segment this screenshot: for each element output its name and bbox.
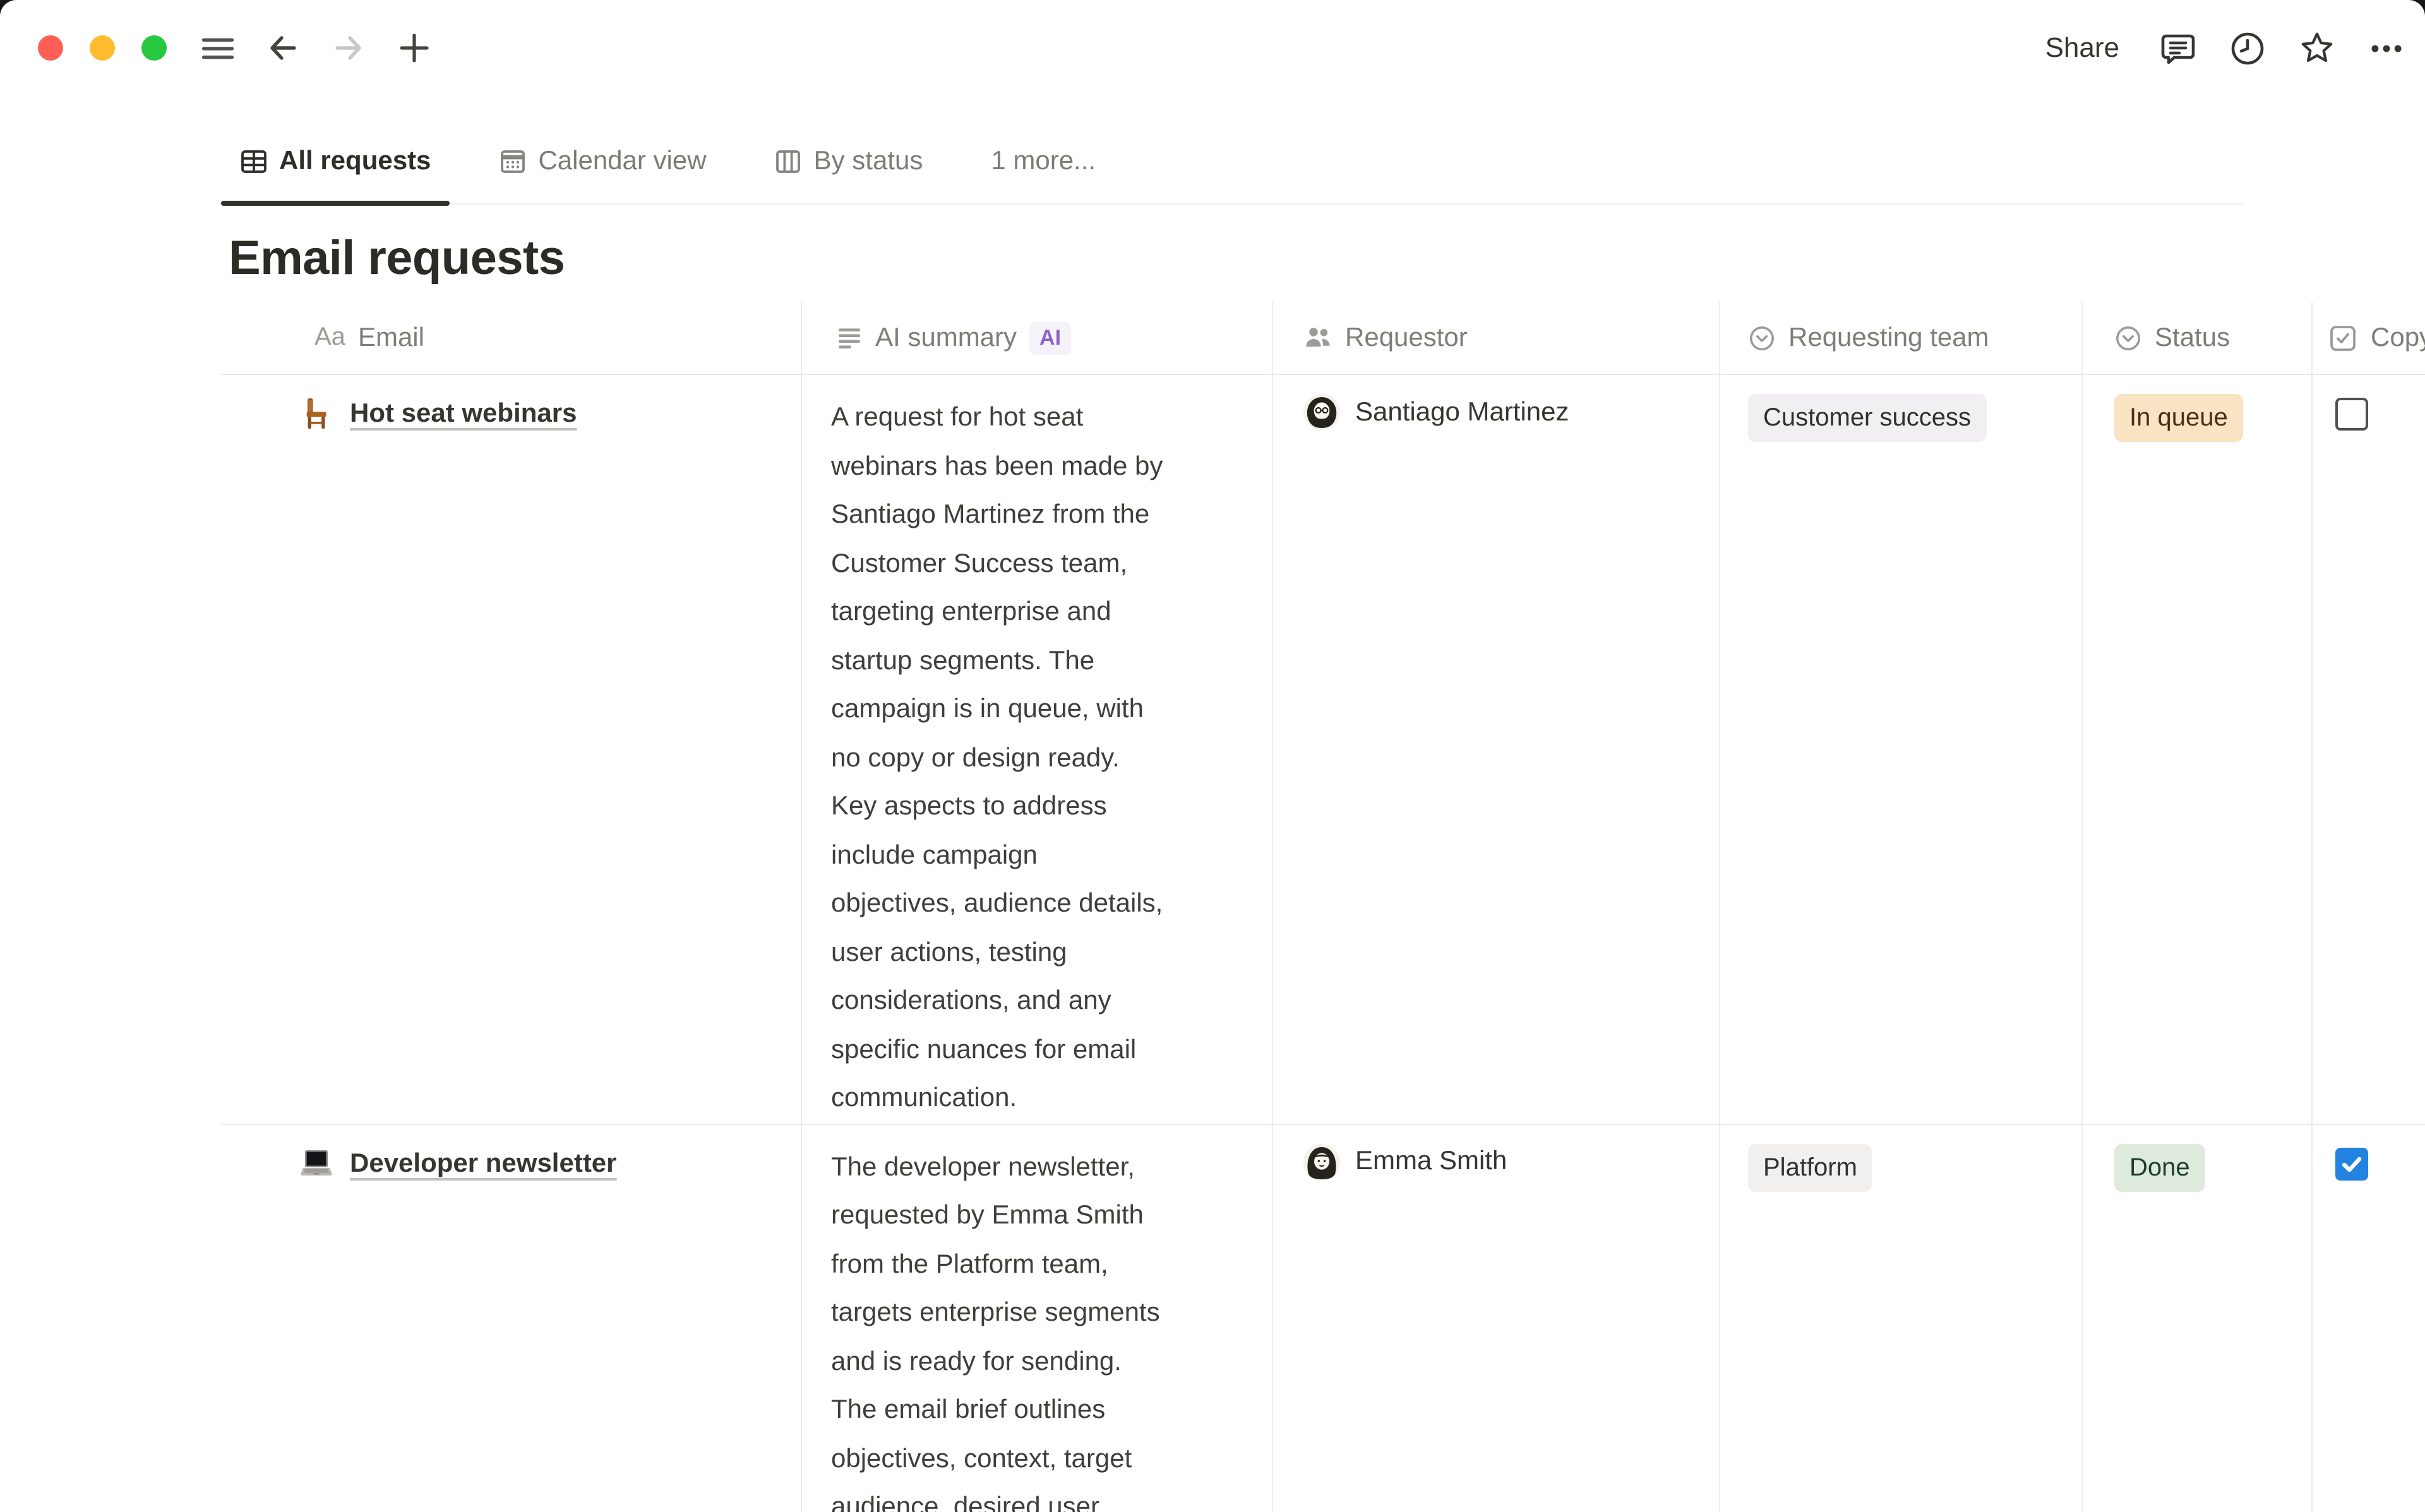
star-icon[interactable]	[2299, 30, 2335, 66]
minimize-window-button[interactable]	[90, 35, 115, 61]
status-tag: In queue	[2114, 394, 2243, 442]
team-tag: Platform	[1748, 1143, 1872, 1191]
people-icon	[1303, 323, 1332, 352]
column-label: Requestor	[1345, 323, 1468, 353]
app-viewport: Share All request	[0, 0, 2425, 1512]
column-label: AI summary	[875, 323, 1017, 353]
calendar-view-icon	[499, 148, 527, 176]
zoom-window-button[interactable]	[141, 35, 167, 61]
column-label: Requesting team	[1788, 323, 1989, 353]
back-arrow-icon[interactable]	[265, 30, 301, 66]
board-view-icon	[775, 148, 803, 176]
toolbar: Share	[0, 0, 2425, 96]
laptop-icon	[299, 1146, 333, 1180]
table-cell-requestor[interactable]: Santiago Martinez	[1273, 375, 1720, 1124]
table-cell-requestor[interactable]: Emma Smith	[1273, 1124, 1720, 1512]
avatar	[1303, 1143, 1340, 1180]
column-label: Status	[2155, 323, 2230, 353]
team-tag: Customer success	[1748, 394, 1986, 442]
ai-summary-text: The developer newsletter,requested by Em…	[831, 1143, 1225, 1512]
tab-all-requests[interactable]: All requests	[221, 120, 450, 203]
page-link[interactable]: Hot seat webinars	[350, 396, 577, 1123]
table-cell-ai-summary[interactable]: A request for hot seatwebinars has been …	[802, 375, 1273, 1124]
tab-label: 1 more...	[991, 146, 1096, 177]
table-cell-copy[interactable]	[2313, 375, 2425, 1124]
new-tab-plus-icon[interactable]	[397, 30, 432, 66]
window-controls	[38, 35, 167, 61]
more-ellipsis-icon[interactable]	[2368, 30, 2405, 66]
checkbox-property-icon	[2328, 323, 2358, 353]
table-cell-status[interactable]: In queue	[2083, 375, 2313, 1124]
table-row-email[interactable]: Hot seat webinars	[221, 375, 802, 1124]
tab-calendar-view[interactable]: Calendar view	[480, 120, 725, 203]
requestor-name: Emma Smith	[1355, 1146, 1507, 1177]
chair-icon	[299, 396, 333, 431]
column-header-email[interactable]: Aa Email	[221, 302, 802, 375]
column-label: Email	[358, 323, 424, 353]
menu-icon[interactable]	[200, 30, 235, 66]
table-cell-requesting-team[interactable]: Customer success	[1720, 375, 2083, 1124]
avatar	[1303, 394, 1340, 431]
column-header-copy[interactable]: Copy	[2313, 302, 2425, 375]
share-button[interactable]: Share	[2038, 27, 2127, 69]
database-table: Aa Email AI summary AI Requestor	[221, 302, 2425, 1512]
tab-by-status[interactable]: By status	[756, 120, 942, 203]
table-cell-status[interactable]: Done	[2083, 1124, 2313, 1512]
close-window-button[interactable]	[38, 35, 63, 61]
tab-more-views[interactable]: 1 more...	[972, 120, 1115, 203]
tab-label: All requests	[279, 146, 431, 177]
requestor-name: Santiago Martinez	[1355, 397, 1569, 427]
page-title: Email requests	[229, 232, 565, 287]
column-label: Copy	[2371, 323, 2425, 353]
table-cell-requesting-team[interactable]: Platform	[1720, 1124, 2083, 1512]
tab-label: By status	[814, 146, 923, 177]
table-row-email[interactable]: Developer newsletter	[221, 1124, 802, 1512]
notion-window: Share All request	[0, 0, 2425, 1512]
select-property-icon	[2114, 324, 2142, 352]
view-tabs: All requests Calendar view By status 1 m…	[221, 120, 2243, 205]
select-property-icon	[1748, 324, 1776, 352]
copy-checkbox[interactable]	[2335, 1147, 2368, 1180]
column-header-requesting-team[interactable]: Requesting team	[1720, 302, 2083, 375]
status-tag: Done	[2114, 1143, 2205, 1191]
table-cell-copy[interactable]	[2313, 1124, 2425, 1512]
table-cell-ai-summary[interactable]: The developer newsletter,requested by Em…	[802, 1124, 1273, 1512]
tab-label: Calendar view	[538, 146, 706, 177]
comment-icon[interactable]	[2160, 30, 2196, 66]
column-header-status[interactable]: Status	[2083, 302, 2313, 375]
ai-summary-text: A request for hot seatwebinars has been …	[831, 394, 1225, 1123]
history-clock-icon[interactable]	[2229, 30, 2266, 66]
text-property-icon: Aa	[314, 323, 345, 352]
copy-checkbox[interactable]	[2335, 398, 2368, 431]
lines-icon	[836, 324, 863, 351]
forward-arrow-icon[interactable]	[331, 30, 366, 66]
ai-badge: AI	[1029, 321, 1071, 354]
page-link[interactable]: Developer newsletter	[350, 1146, 617, 1512]
column-header-ai-summary[interactable]: AI summary AI	[802, 302, 1273, 375]
table-view-icon	[240, 148, 268, 176]
column-header-requestor[interactable]: Requestor	[1273, 302, 1720, 375]
